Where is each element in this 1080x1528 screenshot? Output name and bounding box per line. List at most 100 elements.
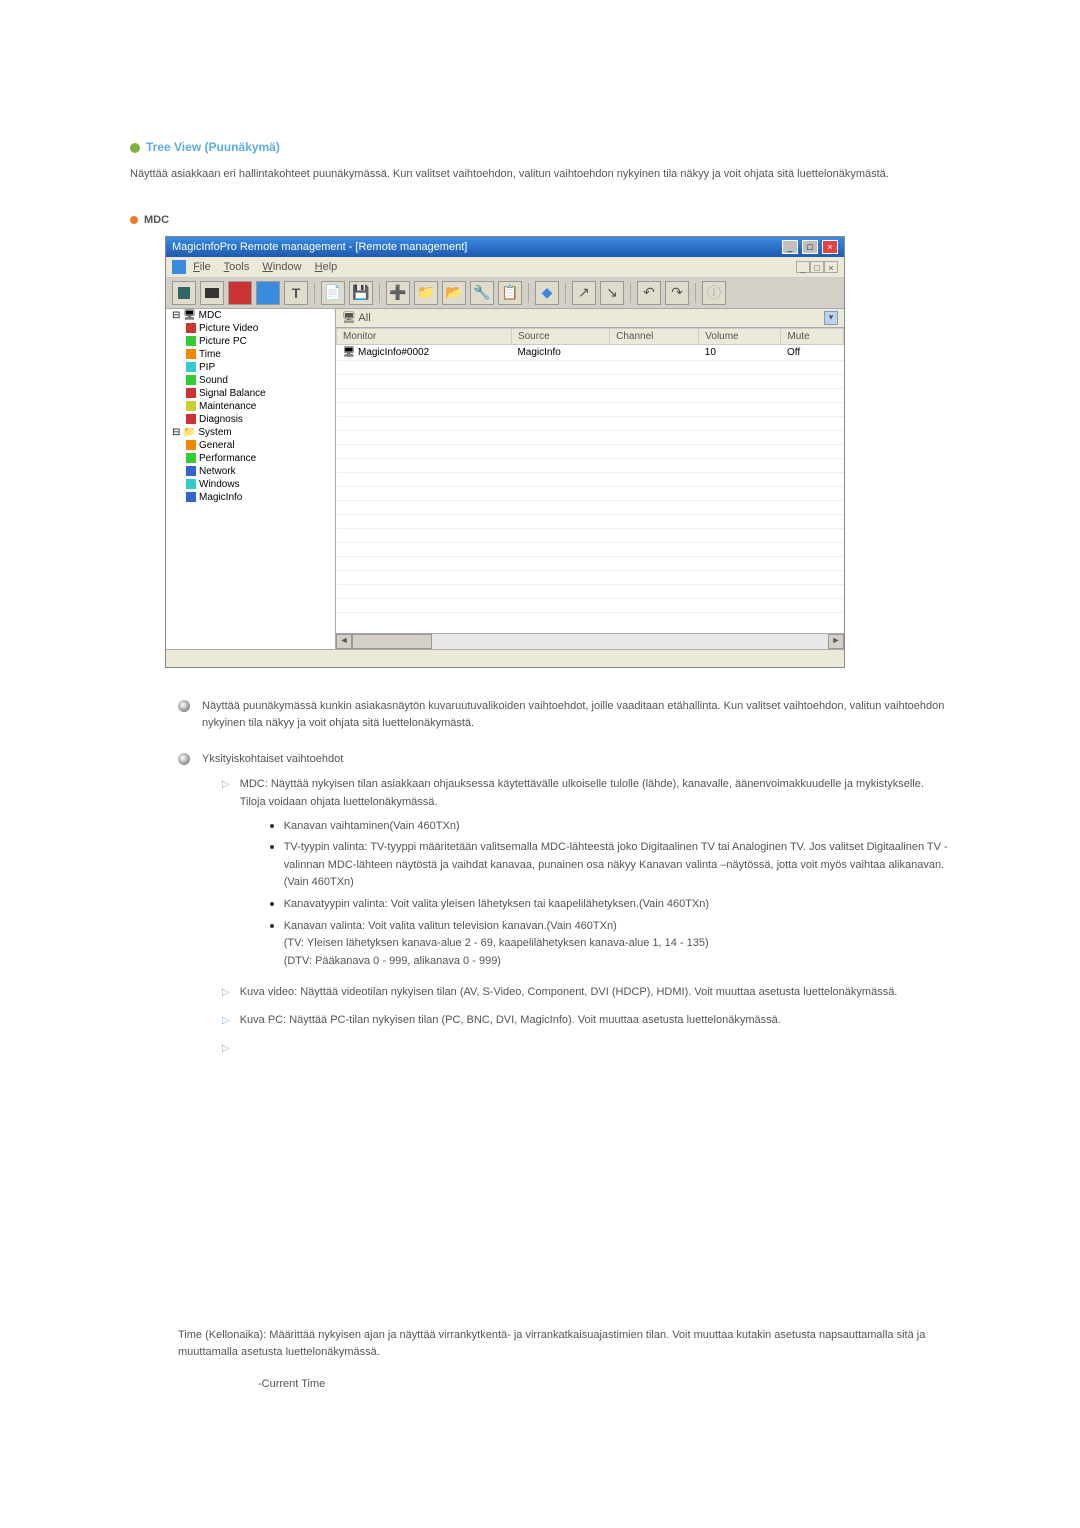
mdi-minimize[interactable]: _ [796, 261, 810, 273]
tree-label: Sound [199, 375, 228, 386]
tree-item[interactable]: Sound [166, 374, 335, 387]
tree-item[interactable]: Maintenance [166, 400, 335, 413]
detail-content: Yksityiskohtaiset vaihtoehdot ▷ MDC: Näy… [202, 751, 950, 1067]
tree-item[interactable]: General [166, 439, 335, 452]
tree-icon [186, 440, 196, 450]
tree-icon [186, 453, 196, 463]
cell-mute: Off [781, 344, 844, 360]
arrow-icon: ▷ [222, 777, 230, 974]
menu-help[interactable]: Help [315, 261, 338, 273]
menu-window[interactable]: Window [262, 261, 301, 273]
tb-icon [178, 287, 190, 299]
th-mute[interactable]: Mute [781, 328, 844, 344]
arrow-icon: ▷ [222, 1041, 230, 1057]
tree-item[interactable]: Signal Balance [166, 387, 335, 400]
tree-label: Picture Video [199, 323, 258, 334]
mdi-close[interactable]: × [824, 261, 838, 273]
sub-item: ▷ [222, 1040, 950, 1057]
toolbar-separator [565, 283, 566, 303]
table-row[interactable]: 🖥 MagicInfo#0002 MagicInfo 10 Off [337, 344, 844, 360]
tree-icon [186, 323, 196, 333]
orange-bullet-icon [130, 216, 138, 224]
dot-icon [270, 824, 274, 828]
intro-paragraph: Näyttää asiakkaan eri hallintakohteet pu… [130, 166, 950, 184]
tree-item[interactable]: Time [166, 348, 335, 361]
th-source[interactable]: Source [511, 328, 609, 344]
tree-item[interactable]: Windows [166, 478, 335, 491]
toolbar-btn-11[interactable]: 📋 [498, 281, 522, 305]
toolbar-btn-8[interactable]: 📁 [414, 281, 438, 305]
tree-label: General [199, 440, 235, 451]
window-controls: _ □ × [781, 240, 838, 254]
bullet-item: TV-tyypin valinta: TV-tyyppi määritetään… [270, 839, 950, 892]
tree-item[interactable]: Network [166, 465, 335, 478]
bullet-text: Kanavan vaihtaminen(Vain 460TXn) [284, 818, 460, 836]
toolbar-btn-redo[interactable]: ↷ [665, 281, 689, 305]
filter-all-label: All [358, 312, 370, 324]
sphere-bullet-icon [178, 700, 190, 712]
scroll-track[interactable] [352, 634, 828, 649]
tree-label: Diagnosis [199, 414, 243, 425]
tree-root[interactable]: ⊟ 🖥 MDC [166, 309, 335, 322]
tree-system[interactable]: ⊟ 📁 System [166, 426, 335, 439]
close-button[interactable]: × [822, 240, 838, 254]
dot-icon [270, 902, 274, 906]
menu-file[interactable]: File [193, 261, 211, 273]
tree-item[interactable]: Picture PC [166, 335, 335, 348]
toolbar-btn-text[interactable]: T [284, 281, 308, 305]
toolbar-btn-14[interactable]: ↘ [600, 281, 624, 305]
window-title: MagicInfoPro Remote management - [Remote… [172, 241, 467, 253]
th-channel[interactable]: Channel [610, 328, 699, 344]
scroll-thumb[interactable] [352, 634, 432, 649]
mdi-controls: _ □ × [796, 261, 838, 273]
tree-item[interactable]: PIP [166, 361, 335, 374]
toolbar-btn-13[interactable]: ↗ [572, 281, 596, 305]
cell-source: MagicInfo [511, 344, 609, 360]
maximize-button[interactable]: □ [802, 240, 818, 254]
minimize-button[interactable]: _ [782, 240, 798, 254]
horizontal-scrollbar[interactable]: ◄ ► [336, 633, 844, 649]
toolbar-btn-10[interactable]: 🔧 [470, 281, 494, 305]
toolbar-btn-4[interactable] [256, 281, 280, 305]
th-volume[interactable]: Volume [699, 328, 781, 344]
toolbar-btn-info[interactable]: ⓘ [702, 281, 726, 305]
sub-content: MDC: Näyttää nykyisen tilan asiakkaan oh… [240, 776, 950, 974]
toolbar-btn-3[interactable] [228, 281, 252, 305]
detail-item: Yksityiskohtaiset vaihtoehdot ▷ MDC: Näy… [178, 751, 950, 1067]
scroll-right-icon[interactable]: ► [828, 634, 844, 649]
filter-dropdown[interactable]: ▾ [824, 311, 838, 325]
bullet-text-multi: Kanavan valinta: Voit valita valitun tel… [284, 918, 709, 971]
tree-item[interactable]: MagicInfo [166, 491, 335, 504]
list-panel: 🖥 All ▾ Monitor Source Channel Volume Mu… [336, 309, 844, 649]
bullet-text: TV-tyypin valinta: TV-tyyppi määritetään… [284, 839, 950, 892]
toolbar-separator [630, 283, 631, 303]
detail-subtitle: Yksityiskohtaiset vaihtoehdot [202, 751, 950, 769]
detail-item: Näyttää puunäkymässä kunkin asiakasnäytö… [178, 698, 950, 733]
toolbar-btn-7[interactable]: ➕ [386, 281, 410, 305]
mdi-restore[interactable]: □ [810, 261, 824, 273]
toolbar-btn-6[interactable]: 💾 [349, 281, 373, 305]
arrow-icon: ▷ [222, 985, 230, 1002]
tree-icon [186, 414, 196, 424]
th-monitor[interactable]: Monitor [337, 328, 512, 344]
sub-item: ▷ Kuva PC: Näyttää PC-tilan nykyisen til… [222, 1012, 950, 1030]
filter-all: 🖥 All [342, 311, 371, 325]
tree-item[interactable]: Performance [166, 452, 335, 465]
bullet-item: Kanavan valinta: Voit valita valitun tel… [270, 918, 950, 971]
scroll-left-icon[interactable]: ◄ [336, 634, 352, 649]
green-bullet-icon [130, 143, 140, 153]
dot-icon [270, 845, 274, 849]
tree-icon [186, 388, 196, 398]
tree-item[interactable]: Diagnosis [166, 413, 335, 426]
toolbar-btn-9[interactable]: 📂 [442, 281, 466, 305]
toolbar-btn-2[interactable] [200, 281, 224, 305]
toolbar-separator [528, 283, 529, 303]
toolbar-btn-12[interactable]: ◆ [535, 281, 559, 305]
tree-item[interactable]: Picture Video [166, 322, 335, 335]
tb-icon [205, 288, 219, 298]
toolbar-btn-undo[interactable]: ↶ [637, 281, 661, 305]
toolbar-btn-5[interactable]: 📄 [321, 281, 345, 305]
window-body: ⊟ 🖥 MDC Picture Video Picture PC Time PI… [166, 309, 844, 649]
menu-tools[interactable]: Tools [224, 261, 250, 273]
toolbar-btn-1[interactable] [172, 281, 196, 305]
